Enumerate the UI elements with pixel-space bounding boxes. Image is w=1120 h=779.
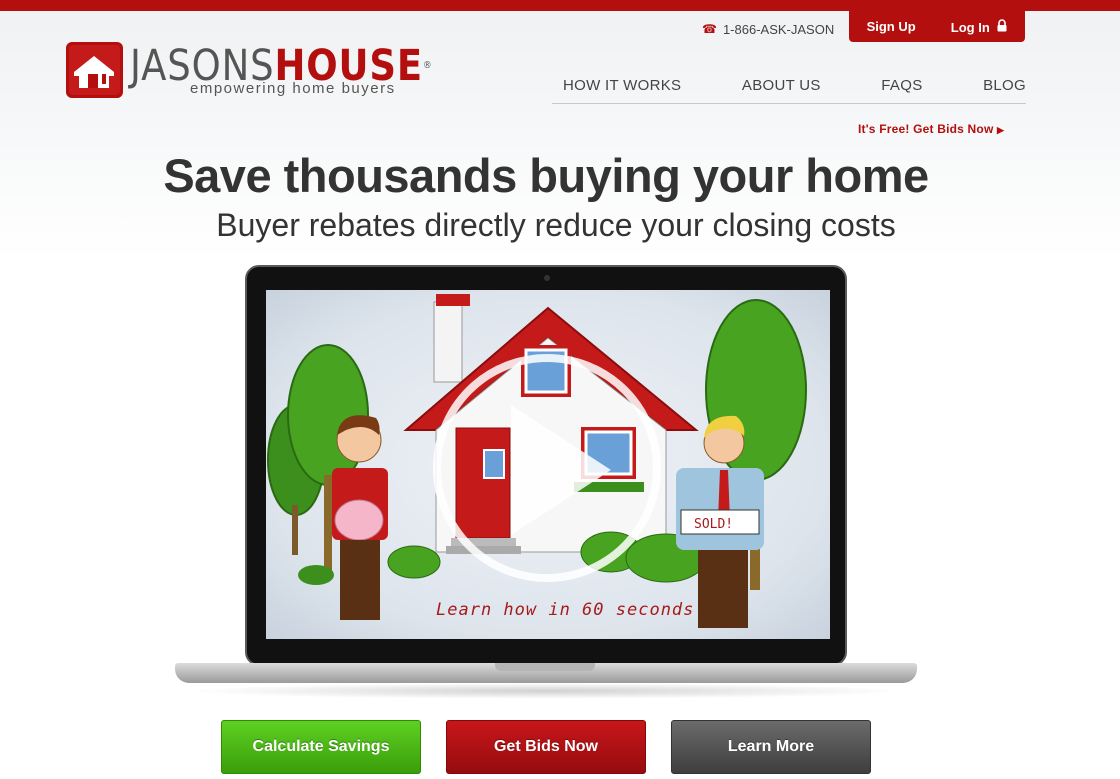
log-in-label: Log In	[950, 19, 990, 35]
sold-sign-text: SOLD!	[694, 517, 733, 532]
action-buttons: Calculate Savings Get Bids Now Learn Mor…	[221, 720, 871, 774]
nav-faqs[interactable]: FAQS	[870, 72, 933, 103]
nav-about-us[interactable]: ABOUT US	[731, 72, 832, 103]
laptop-screen: SOLD! Learn how in 60 seconds	[245, 265, 847, 666]
phone-contact[interactable]: ☎ 1-866-ASK-JASON	[702, 20, 834, 38]
hero-subhead: Buyer rebates directly reduce your closi…	[216, 207, 896, 243]
get-bids-now-button[interactable]: Get Bids Now	[446, 720, 646, 774]
get-bids-link-label: It's Free! Get Bids Now	[858, 122, 994, 136]
sign-up-link[interactable]: Sign Up	[867, 19, 916, 34]
learn-more-button[interactable]: Learn More	[671, 720, 871, 774]
top-accent-bar	[0, 0, 1120, 11]
laptop-mockup: SOLD! Learn how in 60 seconds	[175, 265, 917, 705]
get-bids-link[interactable]: It's Free! Get Bids Now ▶	[858, 122, 1004, 136]
phone-number: 1-866-ASK-JASON	[722, 21, 835, 37]
house-logo-icon	[66, 42, 123, 98]
nav-blog[interactable]: BLOG	[972, 72, 1026, 103]
video-illustration: SOLD!	[267, 294, 807, 628]
laptop-notch	[495, 663, 595, 671]
arrow-right-icon: ▶	[997, 125, 1005, 135]
video-caption: Learn how in 60 seconds	[436, 600, 695, 620]
calculate-savings-button[interactable]: Calculate Savings	[221, 720, 421, 774]
camera-dot	[544, 275, 550, 281]
hero-headline: Save thousands buying your home	[163, 149, 929, 202]
registered-mark: ®	[423, 60, 433, 71]
logo-tagline: empowering home buyers	[190, 80, 396, 97]
laptop-shadow	[185, 683, 907, 699]
site-logo[interactable]: JASONSHOUSE® empowering home buyers	[66, 42, 436, 102]
account-bar: Sign Up Log In	[849, 11, 1025, 42]
video-player[interactable]: SOLD! Learn how in 60 seconds	[266, 290, 830, 639]
main-nav: HOW IT WORKS ABOUT US FAQS BLOG	[552, 72, 1026, 104]
lock-icon	[997, 18, 1007, 31]
nav-how-it-works[interactable]: HOW IT WORKS	[552, 72, 692, 103]
log-in-link[interactable]: Log In	[950, 18, 1008, 35]
phone-icon: ☎	[702, 22, 717, 36]
